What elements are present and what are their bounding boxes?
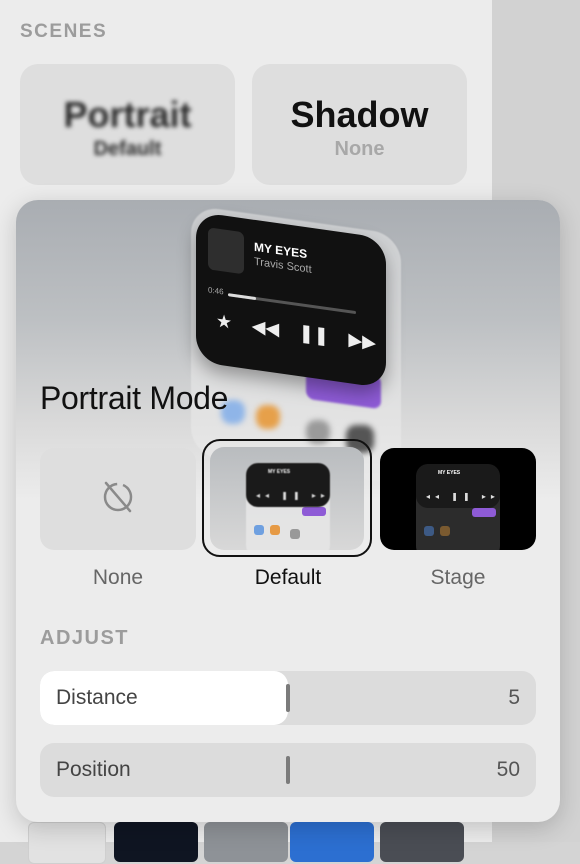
thumb-app-icon bbox=[424, 526, 434, 536]
thumb-controls: ◂◂ ❚❚ ▸▸ bbox=[426, 492, 500, 501]
scene-card-title: Shadow bbox=[290, 94, 429, 135]
portrait-mode-popover: MY EYES Travis Scott 0:46 ★ ◀◀ ❚❚ ▶▶ Por… bbox=[16, 200, 560, 822]
adjust-heading: ADJUST bbox=[40, 627, 130, 649]
progress-fill bbox=[228, 293, 256, 301]
swatch-navy[interactable] bbox=[114, 822, 198, 862]
pause-icon: ❚❚ bbox=[298, 322, 329, 347]
swatch-charcoal[interactable] bbox=[380, 822, 464, 862]
popover-title: Portrait Mode bbox=[40, 380, 229, 416]
star-icon: ★ bbox=[216, 310, 233, 333]
thumb-widget bbox=[472, 508, 496, 517]
position-slider[interactable]: Position 50 bbox=[40, 743, 536, 797]
album-art bbox=[208, 227, 244, 275]
swatch-blue[interactable] bbox=[290, 822, 374, 862]
scene-card-subtitle: None bbox=[334, 138, 385, 160]
slider-label: Position bbox=[56, 758, 131, 781]
swatch-gray[interactable] bbox=[204, 822, 288, 862]
preview-app-icon bbox=[256, 405, 280, 429]
mode-label-none: None bbox=[92, 566, 144, 589]
scene-card-portrait[interactable]: Portrait Default bbox=[20, 64, 235, 185]
progress-bar bbox=[228, 293, 356, 315]
thumb-now-playing: MY EYES ◂◂ ❚❚ ▸▸ bbox=[246, 463, 330, 507]
swatch-light[interactable] bbox=[28, 822, 106, 864]
thumb-widget bbox=[302, 507, 326, 516]
thumb-app-icon bbox=[440, 526, 450, 536]
slider-label: Distance bbox=[56, 686, 138, 709]
mode-label-stage: Stage bbox=[430, 566, 486, 589]
rewind-icon: ◀◀ bbox=[251, 315, 280, 340]
scene-card-subtitle: Default bbox=[93, 138, 162, 160]
scenes-heading: SCENES bbox=[20, 21, 108, 42]
thumb-app-icon bbox=[290, 529, 300, 539]
thumb-track-title: MY EYES bbox=[438, 470, 461, 476]
thumb-app-icon bbox=[254, 525, 264, 535]
preview-now-playing: MY EYES Travis Scott 0:46 ★ ◀◀ ❚❚ ▶▶ bbox=[196, 211, 386, 389]
playback-controls: ★ ◀◀ ❚❚ ▶▶ bbox=[216, 310, 376, 353]
thumb-track-title: MY EYES bbox=[268, 469, 291, 475]
scene-card-title: Portrait bbox=[63, 94, 192, 135]
thumb-controls: ◂◂ ❚❚ ▸▸ bbox=[256, 491, 330, 500]
slider-thumb[interactable] bbox=[286, 684, 290, 712]
mode-option-none[interactable] bbox=[40, 448, 196, 550]
mode-label-default: Default bbox=[254, 566, 322, 589]
distance-slider[interactable]: Distance 5 bbox=[40, 671, 536, 725]
elapsed-time: 0:46 bbox=[208, 285, 224, 297]
thumb-now-playing: MY EYES ◂◂ ❚❚ ▸▸ bbox=[416, 464, 500, 508]
mode-option-stage[interactable]: MY EYES ◂◂ ❚❚ ▸▸ bbox=[380, 448, 536, 550]
slider-value: 5 bbox=[508, 686, 520, 709]
thumb-app-icon bbox=[270, 525, 280, 535]
slider-thumb[interactable] bbox=[286, 756, 290, 784]
no-portrait-icon bbox=[98, 477, 138, 522]
forward-icon: ▶▶ bbox=[348, 329, 376, 353]
slider-value: 50 bbox=[496, 758, 520, 781]
scene-card-shadow[interactable]: Shadow None bbox=[252, 64, 467, 185]
mode-option-default[interactable]: MY EYES ◂◂ ❚❚ ▸▸ bbox=[210, 447, 364, 550]
